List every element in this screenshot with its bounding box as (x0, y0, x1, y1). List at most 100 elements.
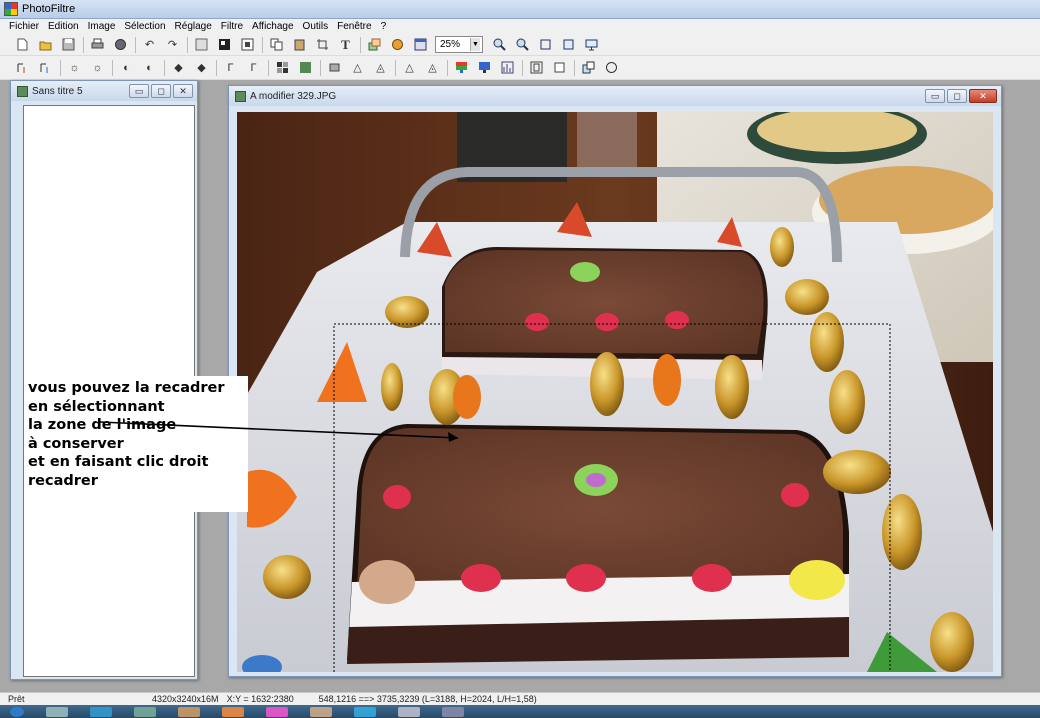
status-state: Prêt (8, 694, 25, 704)
contrast-plus-icon[interactable]: ◐ (141, 59, 158, 76)
soften-icon[interactable]: △ (349, 59, 366, 76)
zoom-out-icon[interactable] (514, 36, 531, 53)
border-icon[interactable] (551, 59, 568, 76)
copy-icon[interactable] (268, 36, 285, 53)
blur-icon[interactable] (326, 59, 343, 76)
plugin-icon[interactable] (603, 59, 620, 76)
canvas-icon[interactable] (239, 36, 256, 53)
menu-affichage[interactable]: Affichage (251, 21, 295, 32)
zoom-in-icon[interactable] (491, 36, 508, 53)
child-window-title: Sans titre 5 (32, 85, 83, 97)
toolbar-separator (187, 36, 188, 53)
toolbar-separator (112, 59, 113, 76)
status-cursor-position: X:Y = 1632:2380 (226, 694, 294, 704)
color-balance-icon[interactable] (453, 59, 470, 76)
close-button[interactable]: ✕ (173, 84, 193, 98)
cake-photo (237, 112, 993, 672)
menu-edition[interactable]: Edition (47, 21, 80, 32)
open-folder-icon[interactable] (37, 36, 54, 53)
menu-filtre[interactable]: Filtre (220, 21, 244, 32)
menu-fichier[interactable]: Fichier (8, 21, 40, 32)
menu-fenetre[interactable]: Fenêtre (336, 21, 372, 32)
contrast-minus-icon[interactable]: ◐ (118, 59, 135, 76)
layers-icon[interactable] (366, 36, 383, 53)
save-icon[interactable] (60, 36, 77, 53)
undo-icon[interactable]: ↶ (141, 36, 158, 53)
maximize-button[interactable]: ◻ (151, 84, 171, 98)
fullscreen-icon[interactable] (583, 36, 600, 53)
menu-outils[interactable]: Outils (302, 21, 330, 32)
frame-icon[interactable] (528, 59, 545, 76)
hue-icon[interactable] (476, 59, 493, 76)
actual-size-icon[interactable] (560, 36, 577, 53)
fit-window-icon[interactable] (537, 36, 554, 53)
toolbar-separator (360, 36, 361, 53)
crop-icon[interactable] (314, 36, 331, 53)
taskbar-app-icon[interactable] (442, 706, 464, 717)
toolbar-separator (60, 59, 61, 76)
taskbar-skype-icon[interactable] (354, 706, 376, 717)
sharpen-plus-icon[interactable]: △ (401, 59, 418, 76)
minimize-button[interactable]: ▭ (925, 89, 945, 103)
zoom-value: 25% (440, 39, 461, 50)
redo-icon[interactable]: ↷ (164, 36, 181, 53)
taskbar-app-icon[interactable] (178, 706, 200, 717)
annotation-box: vous pouvez la recadrer en sélectionnant… (28, 376, 248, 512)
taskbar-folder-icon[interactable] (310, 706, 332, 717)
start-button-icon[interactable] (10, 706, 24, 717)
brightness-minus-icon[interactable]: ☼ (66, 59, 83, 76)
saturation-minus-icon[interactable]: ◆ (170, 59, 187, 76)
maximize-button[interactable]: ◻ (947, 89, 967, 103)
app-titlebar: PhotoFiltre (0, 0, 1040, 19)
menu-reglage[interactable]: Réglage (174, 21, 213, 32)
zoom-select[interactable]: 25% ▼ (435, 36, 483, 53)
paste-icon[interactable] (291, 36, 308, 53)
taskbar-app-icon[interactable] (134, 706, 156, 717)
taskbar-browser-icon[interactable] (90, 706, 112, 717)
brightness-plus-icon[interactable]: ☼ (89, 59, 106, 76)
new-file-icon[interactable] (14, 36, 31, 53)
photo-canvas[interactable] (237, 112, 993, 672)
status-bar: Prêt 4320x3240x16M X:Y = 1632:2380 548,1… (0, 692, 1040, 705)
saturation-plus-icon[interactable]: ◆ (193, 59, 210, 76)
close-button[interactable]: ✕ (969, 89, 997, 103)
annotation-text: vous pouvez la recadrer en sélectionnant… (28, 379, 225, 490)
mdi-workspace: Sans titre 5 ▭ ◻ ✕ A modifier 329.JPG ▭ … (0, 80, 1040, 692)
taskbar-photofiltre-icon[interactable] (266, 706, 288, 717)
sharpen-more-icon[interactable]: ◬ (424, 59, 441, 76)
color-picker-icon[interactable] (389, 36, 406, 53)
toolbar-separator (216, 59, 217, 76)
annotation-line: à conserver (28, 435, 124, 452)
menu-image[interactable]: Image (87, 21, 117, 32)
gamma-minus-icon[interactable]: Γ (222, 59, 239, 76)
print-icon[interactable] (89, 36, 106, 53)
toolbar-separator (574, 59, 575, 76)
image-size-icon[interactable] (193, 36, 210, 53)
sharpen-icon[interactable]: ◬ (372, 59, 389, 76)
mosaic-icon[interactable] (274, 59, 291, 76)
document-icon (235, 90, 246, 102)
menu-selection[interactable]: Sélection (123, 21, 166, 32)
child-window-titlebar[interactable]: A modifier 329.JPG (229, 86, 1001, 106)
taskbar-app-icon[interactable] (398, 706, 420, 717)
histogram-icon[interactable] (499, 59, 516, 76)
menu-help[interactable]: ? (380, 21, 388, 32)
child-window-photo[interactable]: A modifier 329.JPG ▭ ◻ ✕ (228, 85, 1002, 677)
auto-level-icon[interactable] (14, 59, 31, 76)
minimize-button[interactable]: ▭ (129, 84, 149, 98)
window-icon[interactable] (412, 36, 429, 53)
auto-contrast-icon[interactable] (37, 59, 54, 76)
emboss-icon[interactable] (297, 59, 314, 76)
taskbar-app-icon[interactable] (46, 706, 68, 717)
scan-icon[interactable] (112, 36, 129, 53)
toolbar-separator (447, 59, 448, 76)
text-icon[interactable]: T (337, 36, 354, 53)
transform-icon[interactable] (580, 59, 597, 76)
gamma-plus-icon[interactable]: Γ (245, 59, 262, 76)
taskbar-app-icon[interactable] (222, 706, 244, 717)
grayscale-icon[interactable] (216, 36, 233, 53)
chevron-down-icon[interactable]: ▼ (470, 38, 480, 51)
annotation-line: en sélectionnant (28, 398, 165, 415)
toolbar-separator (320, 59, 321, 76)
toolbar-separator (83, 36, 84, 53)
